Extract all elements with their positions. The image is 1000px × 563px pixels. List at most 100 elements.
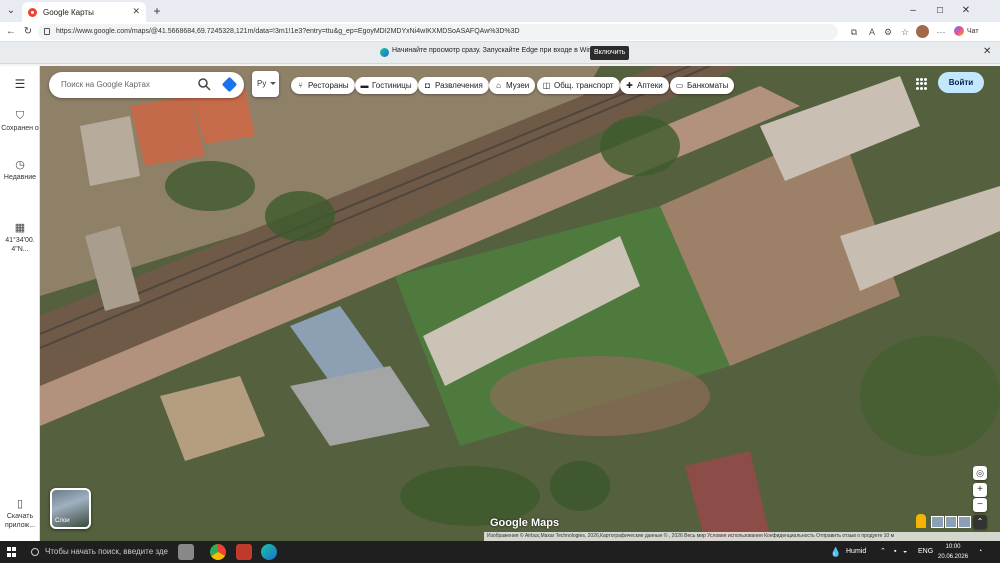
reload-icon[interactable]: ↻ (21, 24, 35, 40)
satellite-imagery (40, 66, 1000, 541)
chip-label: Гостиницы (372, 81, 412, 90)
bed-icon: ▬ (360, 81, 369, 90)
edge-icon[interactable] (261, 544, 277, 560)
more-menu-icon[interactable]: ··· (934, 25, 948, 39)
tray-chevron-icon[interactable]: ⌃ (880, 546, 886, 558)
windows-taskbar: Чтобы начать поиск, введите зде 💧 Humid … (0, 541, 1000, 563)
zoom-out-button[interactable]: − (973, 498, 987, 512)
chrome-icon[interactable] (210, 544, 226, 560)
taskbar-clock[interactable]: 10:00 20.06.2026 (938, 542, 968, 562)
app-install-icon[interactable]: ⧉ (847, 25, 861, 39)
history-icon: ◷ (15, 159, 25, 171)
close-window-button[interactable]: ✕ (958, 3, 974, 19)
favorites-star-icon[interactable]: ☆ (898, 25, 912, 39)
zoom-in-button[interactable]: + (973, 483, 987, 497)
maps-sidebar: ☰ ⛉ Сохранен о ◷ Недавние ▦ 41°34'00. 4"… (0, 66, 40, 541)
close-tab-icon[interactable]: ✕ (132, 6, 140, 17)
infobar-message: Начинайте просмотр сразу. Запускайте Edg… (392, 47, 611, 54)
copilot-chat-button[interactable]: Чат (954, 25, 979, 38)
mini-layers-strip[interactable] (931, 516, 972, 528)
sidebar-item-place[interactable]: ▦ 41°34'00. 4"N... (0, 222, 40, 254)
tab-list-chevron-icon[interactable]: ⌄ (3, 3, 19, 19)
weather-text[interactable]: Humid (846, 546, 866, 558)
chip-atms[interactable]: ▭ Банкоматы (670, 77, 735, 94)
minimize-button[interactable]: – (905, 3, 921, 19)
chip-restaurants[interactable]: ⑂ Рестораны (291, 77, 355, 94)
google-maps-favicon-icon (28, 7, 37, 17)
menu-hamburger-icon[interactable]: ☰ (0, 78, 40, 90)
chip-transit[interactable]: ◫ Общ. транспорт (537, 77, 620, 94)
transit-icon: ◫ (542, 81, 551, 90)
tray-app-icon[interactable]: ▪ (894, 546, 896, 558)
infobar-close-icon[interactable]: ✕ (983, 46, 991, 57)
clock-time: 10:00 (945, 544, 961, 550)
camera-icon: ◘ (425, 81, 430, 90)
sidebar-item-recent[interactable]: ◷ Недавние (0, 159, 40, 182)
museum-icon: ⌂ (496, 81, 501, 90)
edge-infobar: Начинайте просмотр сразу. Запускайте Edg… (0, 42, 1000, 64)
chip-pharmacies[interactable]: ✚ Аптеки (620, 77, 669, 94)
chip-hotels[interactable]: ▬ Гостиницы (355, 77, 418, 94)
bookmark-icon: ⛉ (15, 110, 25, 122)
tray-network-icon[interactable]: ◒ (903, 546, 907, 558)
chip-label: Аптеки (637, 81, 663, 90)
chip-label: Общ. транспорт (554, 81, 614, 90)
taskbar-search[interactable]: Чтобы начать поиск, введите зде (27, 544, 199, 560)
language-select[interactable]: Ру (252, 71, 279, 97)
search-box[interactable]: Поиск на Google Картах (49, 72, 244, 98)
my-location-icon[interactable]: ◎ (973, 466, 987, 480)
enable-button[interactable]: Включить (590, 46, 630, 60)
pegman-icon[interactable] (916, 514, 926, 528)
google-maps-logo: Google Maps (490, 517, 560, 529)
sidebar-item-label: Скачать прилож... (4, 513, 36, 529)
chip-label: Банкоматы (687, 81, 729, 90)
extensions-icon[interactable]: ⚙ (881, 25, 895, 39)
new-tab-button[interactable]: + (149, 3, 165, 19)
atm-icon: ▭ (675, 81, 684, 90)
chip-label: Музеи (506, 81, 530, 90)
expand-icon[interactable]: ⌃ (973, 515, 987, 529)
windows-start-icon[interactable] (7, 547, 17, 557)
pharmacy-icon: ✚ (626, 81, 633, 90)
sign-in-button[interactable]: Войти (938, 72, 984, 93)
layers-label: Слои (55, 518, 70, 524)
satellite-map[interactable] (40, 66, 1000, 541)
tab-title: Google Карты (43, 7, 94, 17)
back-arrow-icon[interactable]: ← (4, 24, 18, 40)
phone-icon: ▯ (16, 498, 24, 510)
apps-grid-icon[interactable] (916, 78, 928, 90)
weather-icon: 💧 (830, 547, 842, 557)
maximize-button[interactable]: ☐ (932, 3, 948, 19)
search-input[interactable]: Поиск на Google Картах (61, 80, 150, 89)
taskbar-app-thumbnail[interactable] (178, 544, 194, 560)
layers-button[interactable]: Слои (50, 488, 91, 529)
sidebar-item-label: 41°34'00. 4"N... (5, 237, 35, 253)
read-aloud-icon[interactable]: A (865, 25, 879, 39)
browser-tab-google-maps[interactable]: Google Карты ✕ (22, 2, 146, 22)
place-icon: ▦ (14, 222, 26, 234)
taskbar-app-icon[interactable] (236, 544, 252, 560)
url-text: https://www.google.com/maps/@41.5668684,… (56, 28, 520, 35)
browser-titlebar: ⌄ Google Карты ✕ + – ☐ ✕ (0, 0, 1000, 22)
map-attribution: Изображения © Airbus,Maxar Technologies,… (484, 532, 1000, 541)
sidebar-item-label: Недавние (3, 174, 37, 181)
address-toolbar: ← ↻ https://www.google.com/maps/@41.5668… (0, 22, 1000, 42)
chip-label: Рестораны (308, 81, 349, 90)
chip-entertainment[interactable]: ◘ Развлечения (418, 77, 489, 94)
chip-museums[interactable]: ⌂ Музеи (489, 77, 536, 94)
copilot-icon (954, 26, 964, 37)
profile-avatar[interactable] (916, 25, 929, 38)
chat-label: Чат (967, 28, 979, 35)
directions-icon[interactable] (221, 76, 238, 93)
lock-icon (44, 28, 50, 35)
search-icon[interactable] (197, 77, 211, 91)
edge-logo-icon (380, 48, 389, 57)
clock-date: 20.06.2026 (938, 554, 969, 560)
language-indicator[interactable]: ENG (918, 546, 933, 558)
sidebar-item-label: Сохранен о (1, 125, 39, 132)
sidebar-item-saved[interactable]: ⛉ Сохранен о (0, 110, 40, 133)
url-field[interactable]: https://www.google.com/maps/@41.5668684,… (38, 24, 838, 40)
fork-knife-icon: ⑂ (298, 81, 303, 90)
sidebar-item-download-app[interactable]: ▯ Скачать прилож... (0, 498, 40, 530)
notifications-icon[interactable]: ◔ (978, 546, 982, 558)
